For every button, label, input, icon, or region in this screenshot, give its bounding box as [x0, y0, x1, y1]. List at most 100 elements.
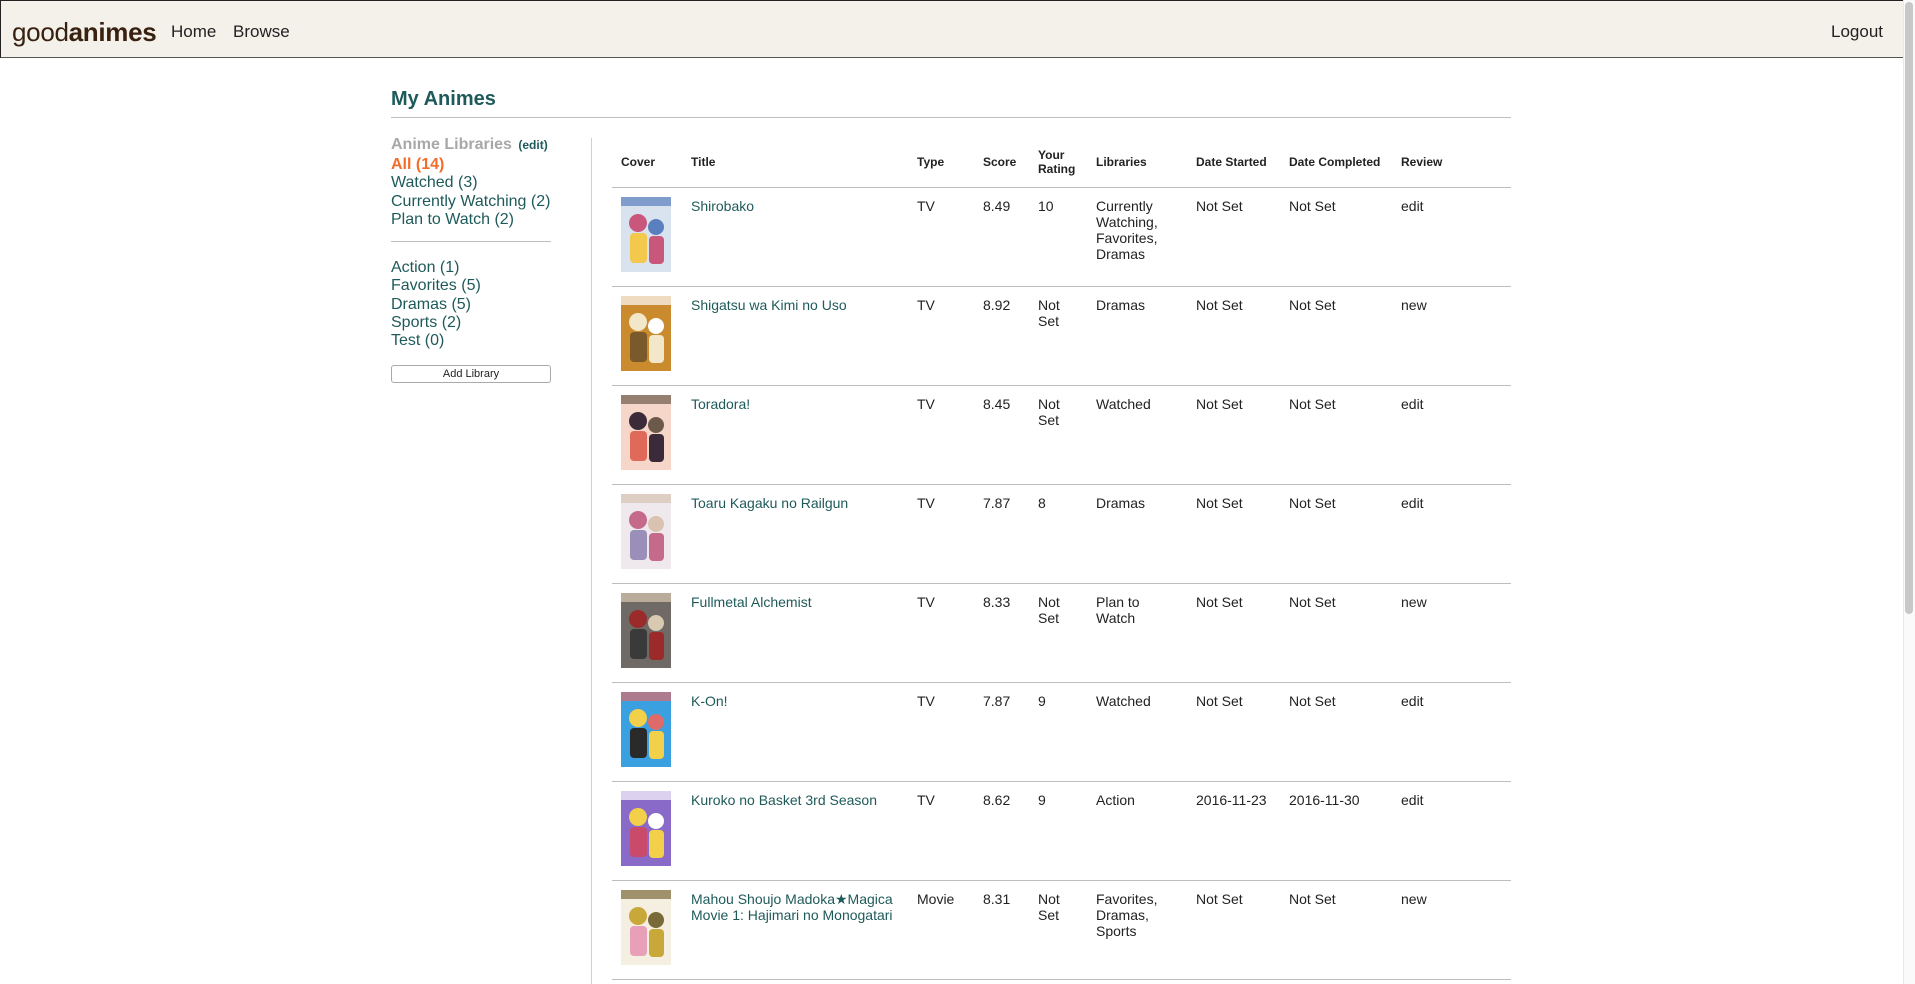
review-link[interactable]: new: [1401, 891, 1427, 907]
cover-figure-body: [630, 331, 647, 362]
cover-image[interactable]: [621, 196, 671, 272]
score-cell: 8.92: [974, 286, 1029, 386]
cover-title-band: [621, 493, 671, 503]
page-title: My Animes: [391, 88, 496, 110]
date-started-cell: Not Set: [1187, 682, 1280, 782]
nav-home-link[interactable]: Home: [171, 22, 216, 42]
date-completed-cell: Not Set: [1280, 682, 1392, 782]
table-row: Toaru Kagaku no Railgun TV 7.87 8 Dramas…: [612, 484, 1511, 584]
anime-title-link[interactable]: Toradora!: [691, 396, 750, 412]
column-header-type: Type: [908, 138, 974, 188]
scrollbar-thumb[interactable]: [1905, 2, 1913, 614]
type-cell: TV: [908, 187, 974, 287]
date-completed-cell: 2016-11-30: [1280, 781, 1392, 881]
type-cell: TV: [908, 583, 974, 683]
libraries-cell: Favorites, Dramas, Sports: [1087, 880, 1187, 980]
library-item-favorites[interactable]: Favorites (5): [391, 277, 551, 295]
your-rating-cell[interactable]: Not Set: [1029, 583, 1087, 683]
libraries-cell: Currently Watching, Favorites, Dramas: [1087, 187, 1187, 287]
your-rating-cell[interactable]: Not Set: [1029, 880, 1087, 980]
edit-libraries-link[interactable]: (edit): [518, 138, 547, 152]
cover-title-band: [621, 691, 671, 701]
library-item-all[interactable]: All (14): [391, 156, 551, 174]
anime-title-link[interactable]: Shigatsu wa Kimi no Uso: [691, 297, 847, 313]
review-link[interactable]: edit: [1401, 792, 1424, 808]
your-rating-cell[interactable]: Not Set: [1029, 286, 1087, 386]
library-item-test[interactable]: Test (0): [391, 332, 551, 350]
anime-title-link[interactable]: Kuroko no Basket 3rd Season: [691, 792, 877, 808]
cover-image[interactable]: [621, 394, 671, 470]
score-cell: 8.31: [974, 880, 1029, 980]
your-rating-cell[interactable]: Not Set: [1029, 385, 1087, 485]
column-header-libraries: Libraries: [1087, 138, 1187, 188]
library-item-action[interactable]: Action (1): [391, 259, 551, 277]
cover-figure-head: [648, 713, 664, 730]
add-library-button[interactable]: Add Library: [391, 364, 551, 383]
libraries-cell: Dramas: [1087, 286, 1187, 386]
library-item-plan-to-watch[interactable]: Plan to Watch (2): [391, 211, 551, 229]
date-completed-cell: Not Set: [1280, 187, 1392, 287]
cover-image[interactable]: [621, 493, 671, 569]
review-link[interactable]: edit: [1401, 693, 1424, 709]
type-cell: TV: [908, 781, 974, 881]
cover-figure-body: [649, 829, 664, 858]
library-item-dramas[interactable]: Dramas (5): [391, 296, 551, 314]
table-row: Mahou Shoujo Madoka★Magica Movie 1: Haji…: [612, 880, 1511, 980]
cover-title-band: [621, 889, 671, 899]
table-row: Fullmetal Alchemist TV 8.33 Not Set Plan…: [612, 583, 1511, 683]
date-completed-cell: Not Set: [1280, 880, 1392, 980]
cover-figure-body: [649, 730, 664, 759]
anime-title-link[interactable]: Mahou Shoujo Madoka★Magica Movie 1: Haji…: [691, 891, 893, 923]
cover-title-band: [621, 196, 671, 206]
cover-title-band: [621, 790, 671, 800]
anime-title-link[interactable]: Fullmetal Alchemist: [691, 594, 812, 610]
cover-figure-body: [630, 430, 647, 461]
table-row: Shirobako TV 8.49 10 Currently Watching,…: [612, 187, 1511, 287]
column-header-your-rating: Your Rating: [1029, 138, 1087, 188]
column-header-cover: Cover: [612, 138, 682, 188]
cover-figure-head: [648, 812, 664, 829]
column-header-date-completed: Date Completed: [1280, 138, 1392, 188]
table-row: Shigatsu wa Kimi no Uso TV 8.92 Not Set …: [612, 286, 1511, 386]
library-item-currently-watching[interactable]: Currently Watching (2): [391, 193, 551, 211]
library-item-sports[interactable]: Sports (2): [391, 314, 551, 332]
your-rating-cell[interactable]: 8: [1029, 484, 1087, 584]
cover-figure-head: [629, 312, 647, 331]
cover-image[interactable]: [621, 592, 671, 668]
date-completed-cell: Not Set: [1280, 385, 1392, 485]
score-cell: 8.62: [974, 781, 1029, 881]
column-header-score: Score: [974, 138, 1029, 188]
anime-title-link[interactable]: Toaru Kagaku no Railgun: [691, 495, 848, 511]
sidebar-vertical-divider: [591, 138, 592, 984]
logout-link[interactable]: Logout: [1831, 22, 1883, 42]
brand-logo[interactable]: goodanimes: [12, 17, 157, 48]
your-rating-cell[interactable]: 9: [1029, 781, 1087, 881]
review-link[interactable]: edit: [1401, 495, 1424, 511]
review-link[interactable]: new: [1401, 297, 1427, 313]
cover-figure-body: [630, 727, 647, 758]
review-link[interactable]: edit: [1401, 198, 1424, 214]
anime-title-link[interactable]: K-On!: [691, 693, 728, 709]
libraries-cell: Dramas: [1087, 484, 1187, 584]
cover-figure-body: [649, 631, 664, 660]
cover-figure-body: [649, 235, 664, 264]
libraries-cell: Watched: [1087, 682, 1187, 782]
your-rating-cell[interactable]: 9: [1029, 682, 1087, 782]
nav-browse-link[interactable]: Browse: [233, 22, 290, 42]
your-rating-cell[interactable]: 10: [1029, 187, 1087, 287]
cover-image[interactable]: [621, 790, 671, 866]
type-cell: TV: [908, 286, 974, 386]
library-item-watched[interactable]: Watched (3): [391, 174, 551, 192]
cover-figure-body: [630, 826, 647, 857]
date-completed-cell: Not Set: [1280, 286, 1392, 386]
anime-title-link[interactable]: Shirobako: [691, 198, 754, 214]
review-link[interactable]: new: [1401, 594, 1427, 610]
cover-figure-body: [649, 532, 664, 561]
cover-image[interactable]: [621, 295, 671, 371]
review-link[interactable]: edit: [1401, 396, 1424, 412]
cover-image[interactable]: [621, 889, 671, 965]
cover-figure-head: [629, 411, 647, 430]
libraries-cell: Watched: [1087, 385, 1187, 485]
cover-figure-body: [630, 529, 647, 560]
cover-image[interactable]: [621, 691, 671, 767]
